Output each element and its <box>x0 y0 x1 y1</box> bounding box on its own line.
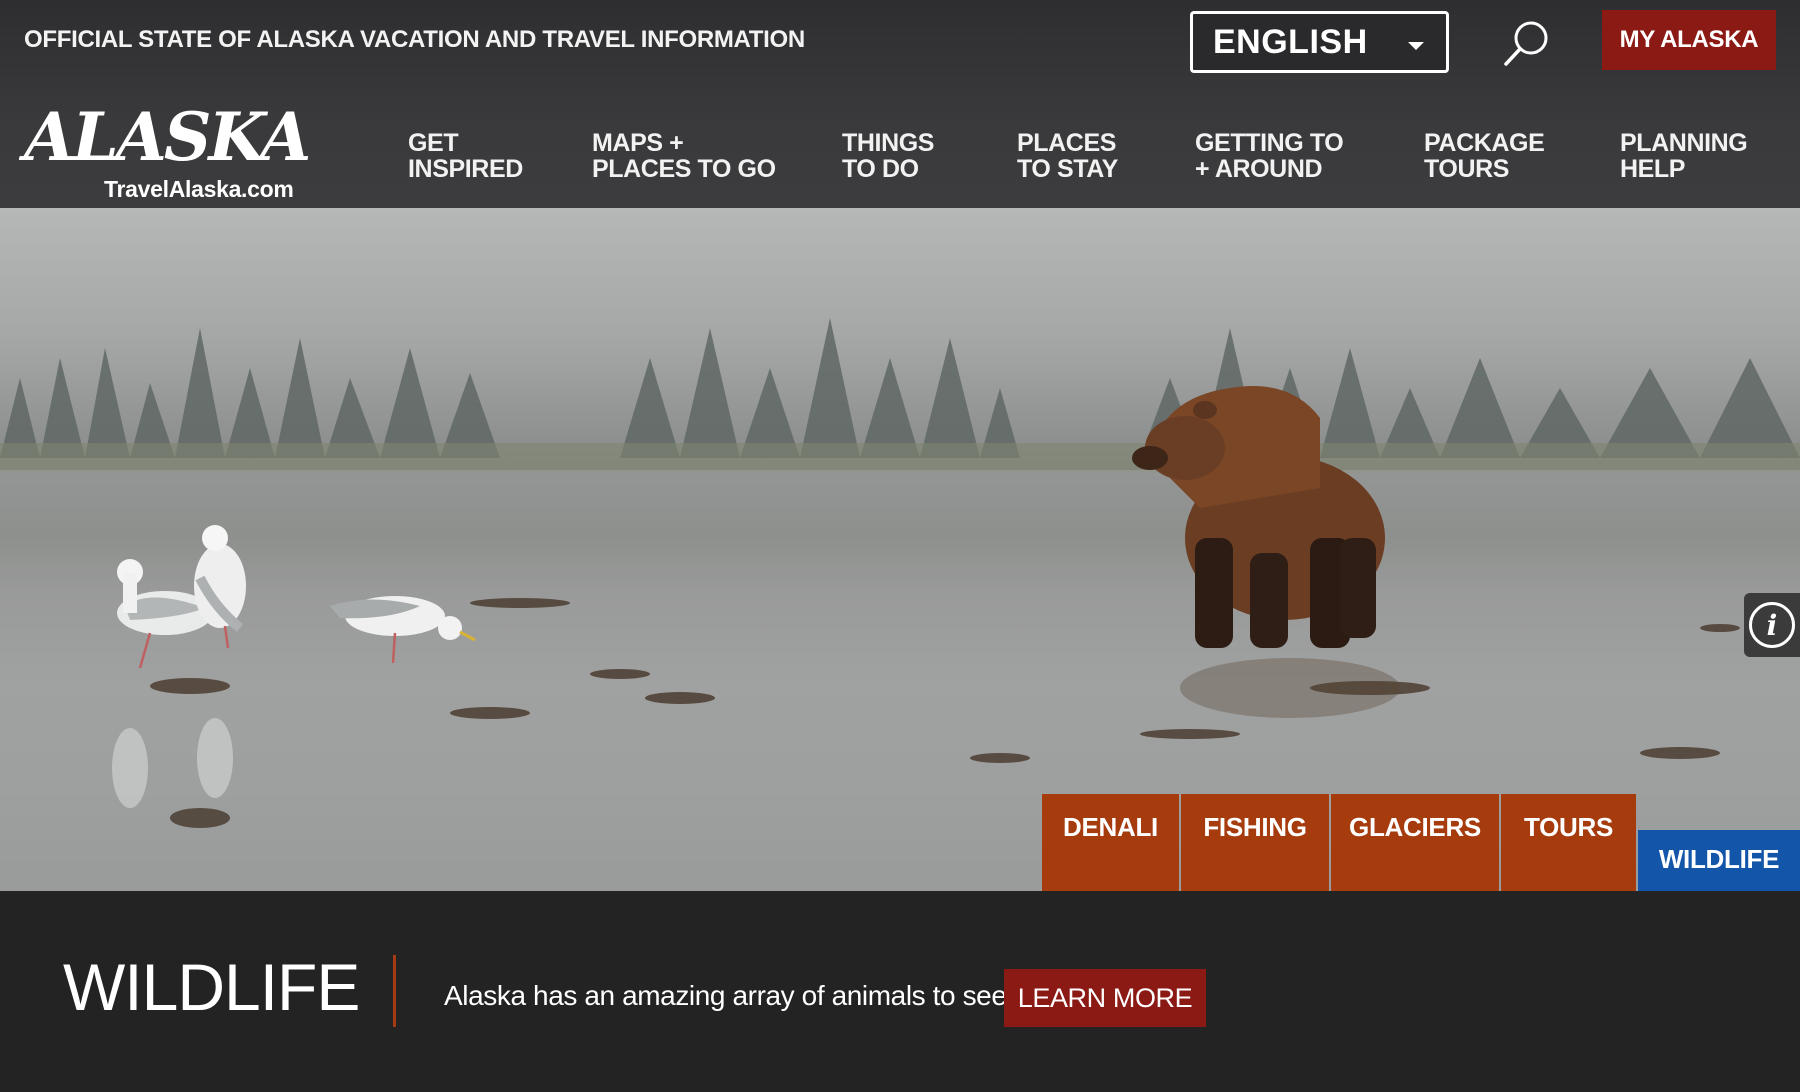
nav-item-package-tours[interactable]: PACKAGE TOURS <box>1424 130 1545 182</box>
tab-glaciers[interactable]: GLACIERS <box>1331 794 1499 891</box>
photo-info-button[interactable]: i <box>1744 593 1800 657</box>
logo-wordmark: ALASKA <box>24 98 311 176</box>
hero-photo-bear-and-gulls <box>0 318 1800 891</box>
nav-item-get-inspired[interactable]: GET INSPIRED <box>408 130 523 182</box>
search-icon[interactable] <box>1500 16 1554 70</box>
my-alaska-button[interactable]: MY ALASKA <box>1602 10 1776 70</box>
tab-tours[interactable]: TOURS <box>1501 794 1636 891</box>
site-tagline: OFFICIAL STATE OF ALASKA VACATION AND TR… <box>24 26 805 53</box>
nav-item-planning-help[interactable]: PLANNING HELP <box>1620 130 1748 182</box>
feature-description: Alaska has an amazing array of animals t… <box>444 980 1007 1011</box>
language-select[interactable]: ENGLISH <box>1190 11 1449 73</box>
feature-title: WILDLIFE <box>63 950 360 1024</box>
language-selected-value: ENGLISH <box>1213 22 1368 61</box>
tab-wildlife[interactable]: WILDLIFE <box>1638 830 1800 891</box>
site-header: OFFICIAL STATE OF ALASKA VACATION AND TR… <box>0 0 1800 208</box>
logo-url: TravelAlaska.com <box>104 176 294 202</box>
nav-item-things-to-do[interactable]: THINGS TO DO <box>842 130 934 182</box>
travel-alaska-logo[interactable]: ALASKA TravelAlaska.com <box>24 104 311 202</box>
feature-divider <box>393 955 396 1027</box>
chevron-down-icon <box>1408 42 1424 50</box>
nav-item-getting-around[interactable]: GETTING TO + AROUND <box>1195 130 1344 182</box>
tab-denali[interactable]: DENALI <box>1042 794 1179 891</box>
nav-item-places-to-stay[interactable]: PLACES TO STAY <box>1017 130 1118 182</box>
featured-topic-bar: WILDLIFE Alaska has an amazing array of … <box>0 891 1800 1092</box>
learn-more-button[interactable]: LEARN MORE <box>1004 969 1206 1027</box>
hero-banner: i <box>0 208 1800 891</box>
tab-fishing[interactable]: FISHING <box>1181 794 1329 891</box>
info-icon: i <box>1749 602 1795 648</box>
nav-item-maps-places[interactable]: MAPS + PLACES TO GO <box>592 130 776 182</box>
